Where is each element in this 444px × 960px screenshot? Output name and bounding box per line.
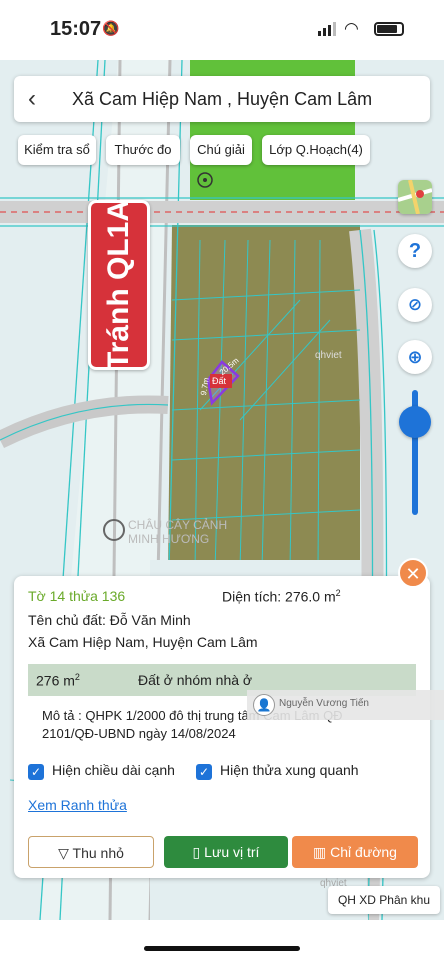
battery-icon: [374, 22, 404, 36]
bookmark-icon: ▯: [192, 844, 201, 860]
check-book-button[interactable]: Kiểm tra sổ: [18, 135, 96, 165]
status-time: 15:07: [50, 18, 102, 40]
close-icon: ✕: [405, 564, 421, 584]
save-location-button[interactable]: ▯ Lưu vị trí: [164, 836, 288, 868]
user-overlay: 👤 Nguyễn Vương Tiến: [247, 690, 444, 720]
compass-icon: ⊘: [407, 295, 423, 314]
save-location-label: Lưu vị trí: [204, 844, 260, 860]
signal-icon: [318, 22, 336, 36]
close-panel-button[interactable]: ✕: [398, 558, 428, 588]
user-name: Nguyễn Vương Tiến: [279, 698, 369, 709]
directions-button[interactable]: ▥ Chỉ đường: [292, 836, 418, 868]
show-neighbors-label: Hiện thửa xung quanh: [220, 762, 359, 778]
page-title: Xã Cam Hiệp Nam , Huyện Cam Lâm: [72, 89, 373, 109]
compass-button[interactable]: ⊘: [398, 288, 432, 322]
plan-layers-button[interactable]: Lớp Q.Hoạch(4): [262, 135, 370, 165]
land-type: Đất ở nhóm nhà ở: [138, 672, 253, 688]
area-label: Diện tích: 276.0 m2: [222, 588, 341, 605]
land-area: 276 m2: [36, 672, 80, 689]
back-arrow-icon[interactable]: ‹: [28, 85, 36, 113]
map-type-button[interactable]: [398, 180, 432, 214]
header-bar: ‹ Xã Cam Hiệp Nam , Huyện Cam Lâm: [14, 76, 430, 122]
home-indicator: [0, 920, 444, 960]
place-label: CHÂU CÂY CẢNH: [128, 518, 228, 532]
land-area-value: 276 m: [36, 672, 75, 689]
mute-bell-icon: 🔕: [102, 20, 120, 36]
crosshair-icon: ⊕: [407, 347, 423, 367]
map-icon: ▥: [313, 844, 327, 860]
show-neighbors-checkbox[interactable]: ✓: [196, 764, 212, 780]
map-thumbnail-icon: [398, 180, 432, 214]
shrink-label: Thu nhỏ: [72, 845, 124, 861]
parcel-label: Đất: [212, 376, 227, 386]
parcel-info-panel: Tờ 14 thửa 136 Diện tích: 276.0 m2 Tên c…: [14, 576, 430, 878]
view-boundary-link[interactable]: Xem Ranh thửa: [28, 797, 127, 813]
land-area-sup: 2: [74, 672, 80, 682]
area-unit-sup: 2: [335, 588, 341, 598]
legend-button[interactable]: Chú giải: [190, 135, 252, 165]
ruler-button[interactable]: Thước đo: [106, 135, 180, 165]
zoom-slider-handle[interactable]: [399, 406, 431, 438]
owner-name: Tên chủ đất: Đỗ Văn Minh: [28, 612, 191, 628]
wifi-icon: ◠: [344, 19, 359, 38]
status-bar: 15:07 🔕 ◠: [0, 0, 444, 60]
road-name: Tránh QL1A: [102, 199, 135, 371]
show-edges-label: Hiện chiều dài cạnh: [52, 762, 175, 778]
directions-label: Chỉ đường: [330, 844, 397, 860]
chevron-down-icon: ▽: [58, 845, 69, 861]
help-button[interactable]: ?: [398, 234, 432, 268]
sheet-parcel: Tờ 14 thửa 136: [28, 588, 126, 604]
parcel-address: Xã Cam Hiệp Nam, Huyện Cam Lâm: [28, 634, 258, 650]
map-watermark: qhviet: [315, 350, 342, 361]
area-text: Diện tích: 276.0 m: [222, 588, 336, 605]
place-label: MINH HƯƠNG: [128, 532, 210, 546]
avatar: 👤: [253, 694, 275, 716]
description-line-2: 2101/QĐ-UBND ngày 14/08/2024: [42, 726, 236, 741]
road-sign-label: Tránh QL1A: [88, 200, 150, 370]
show-edges-checkbox[interactable]: ✓: [28, 764, 44, 780]
question-icon: ?: [408, 240, 422, 262]
locate-button[interactable]: ⊕: [398, 340, 432, 374]
plan-type-badge[interactable]: QH XD Phân khu: [328, 886, 440, 914]
shrink-button[interactable]: ▽ Thu nhỏ: [28, 836, 154, 868]
